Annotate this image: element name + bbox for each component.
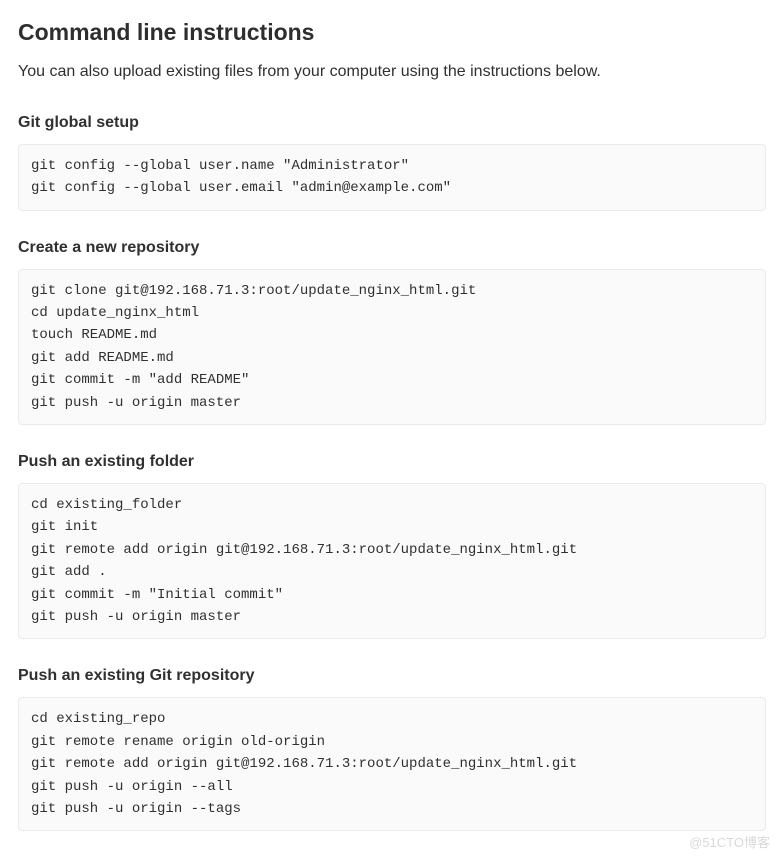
- section-heading-create-repo: Create a new repository: [18, 239, 766, 257]
- code-block-create-repo[interactable]: git clone git@192.168.71.3:root/update_n…: [18, 269, 766, 425]
- page-title: Command line instructions: [18, 18, 766, 48]
- code-block-push-repo[interactable]: cd existing_repo git remote rename origi…: [18, 697, 766, 831]
- watermark: @51CTO博客: [689, 832, 770, 851]
- code-block-git-global-setup[interactable]: git config --global user.name "Administr…: [18, 144, 766, 211]
- code-block-push-folder[interactable]: cd existing_folder git init git remote a…: [18, 483, 766, 639]
- section-heading-push-repo: Push an existing Git repository: [18, 667, 766, 685]
- section-heading-git-global-setup: Git global setup: [18, 114, 766, 132]
- page-description: You can also upload existing files from …: [18, 60, 766, 84]
- section-heading-push-folder: Push an existing folder: [18, 453, 766, 471]
